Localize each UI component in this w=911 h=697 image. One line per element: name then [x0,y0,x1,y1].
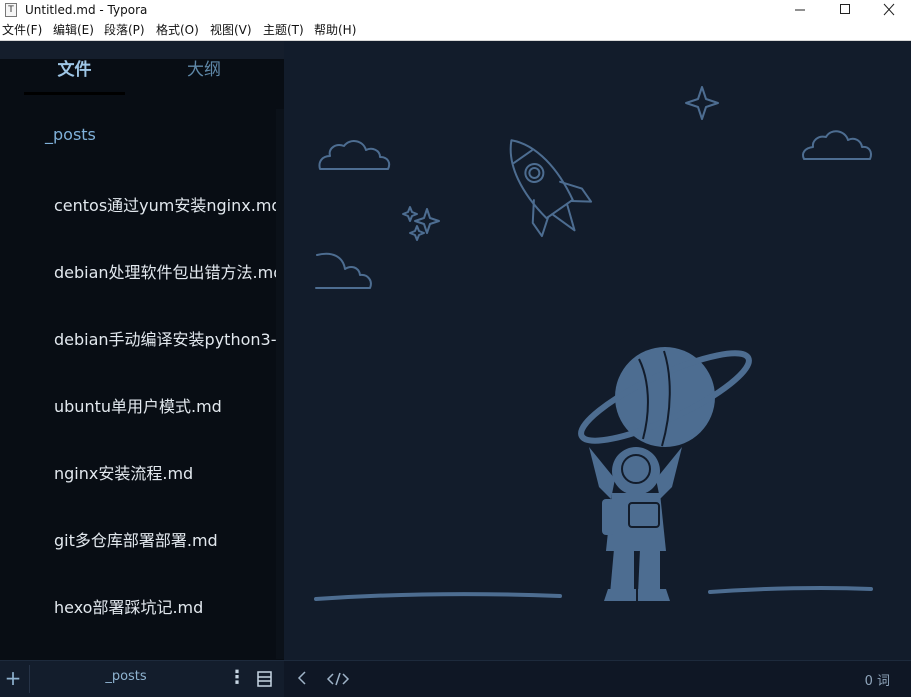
rocket-icon [509,139,593,238]
file-item[interactable]: hexo部署踩坑记.md [54,594,278,618]
maximize-button[interactable] [822,0,868,20]
divider [29,665,30,693]
sidebar-scrollbar[interactable] [276,109,284,659]
ground-line [708,586,873,594]
more-options-button[interactable]: ⋮ [228,667,246,689]
status-bar: + _posts ⋮ 0 词 [0,660,911,697]
source-code-mode-button[interactable] [326,669,350,689]
menu-file[interactable]: 文件(F) [2,20,42,41]
current-folder-label[interactable]: _posts [96,669,156,684]
star-icon [409,225,425,241]
menu-edit[interactable]: 编辑(E) [53,20,94,41]
window-title: Untitled.md - Typora [25,3,148,17]
space-illustration [314,86,873,601]
astronaut-icon [578,347,752,601]
sidebar-top-strip [0,41,284,59]
app-icon: T [5,3,17,17]
ground-line [314,592,562,601]
menu-help[interactable]: 帮助(H) [314,20,356,41]
source-code-icon [326,672,350,686]
minimize-icon [795,9,805,11]
close-button[interactable] [866,0,911,20]
menu-view[interactable]: 视图(V) [210,20,252,41]
add-file-button[interactable]: + [3,665,23,691]
toggle-sidebar-button[interactable] [294,667,310,689]
tab-files[interactable]: 文件 [24,58,125,95]
menu-theme[interactable]: 主题(T) [263,20,304,41]
file-item[interactable]: debian处理软件包出错方法.md [54,259,278,283]
file-item[interactable]: ubuntu单用户模式.md [54,393,278,417]
star-icon [402,206,418,222]
menu-format[interactable]: 格式(O) [156,20,199,41]
chevron-left-icon [297,671,306,685]
maximize-icon [840,4,850,14]
file-item[interactable]: git多仓库部署部署.md [54,527,278,551]
word-count[interactable]: 0 词 [840,670,890,689]
menu-bar: 文件(F) 编辑(E) 段落(P) 格式(O) 视图(V) 主题(T) 帮助(H… [0,20,911,41]
cloud-icon [318,140,391,170]
file-item[interactable]: debian手动编译安装python3- [54,326,278,350]
close-icon [883,3,895,16]
sidebar: 文件 大纲 _posts centos通过yum安装nginx.md debia… [0,41,284,660]
cloud-icon [315,252,372,289]
panel-layout-icon [257,671,272,687]
panel-layout-button[interactable] [255,669,275,689]
menu-paragraph[interactable]: 段落(P) [104,20,145,41]
file-item[interactable]: nginx安装流程.md [54,460,278,484]
minimize-button[interactable] [777,0,823,20]
sidebar-footer: + _posts ⋮ [0,661,284,697]
tab-outline[interactable]: 大纲 [154,58,254,92]
file-item[interactable]: centos通过yum安装nginx.md [54,192,278,216]
editor-area[interactable] [284,41,911,660]
star-icon [685,86,719,120]
title-bar: T Untitled.md - Typora [0,0,911,20]
cloud-icon [802,130,872,160]
folder-title[interactable]: _posts [45,125,96,144]
